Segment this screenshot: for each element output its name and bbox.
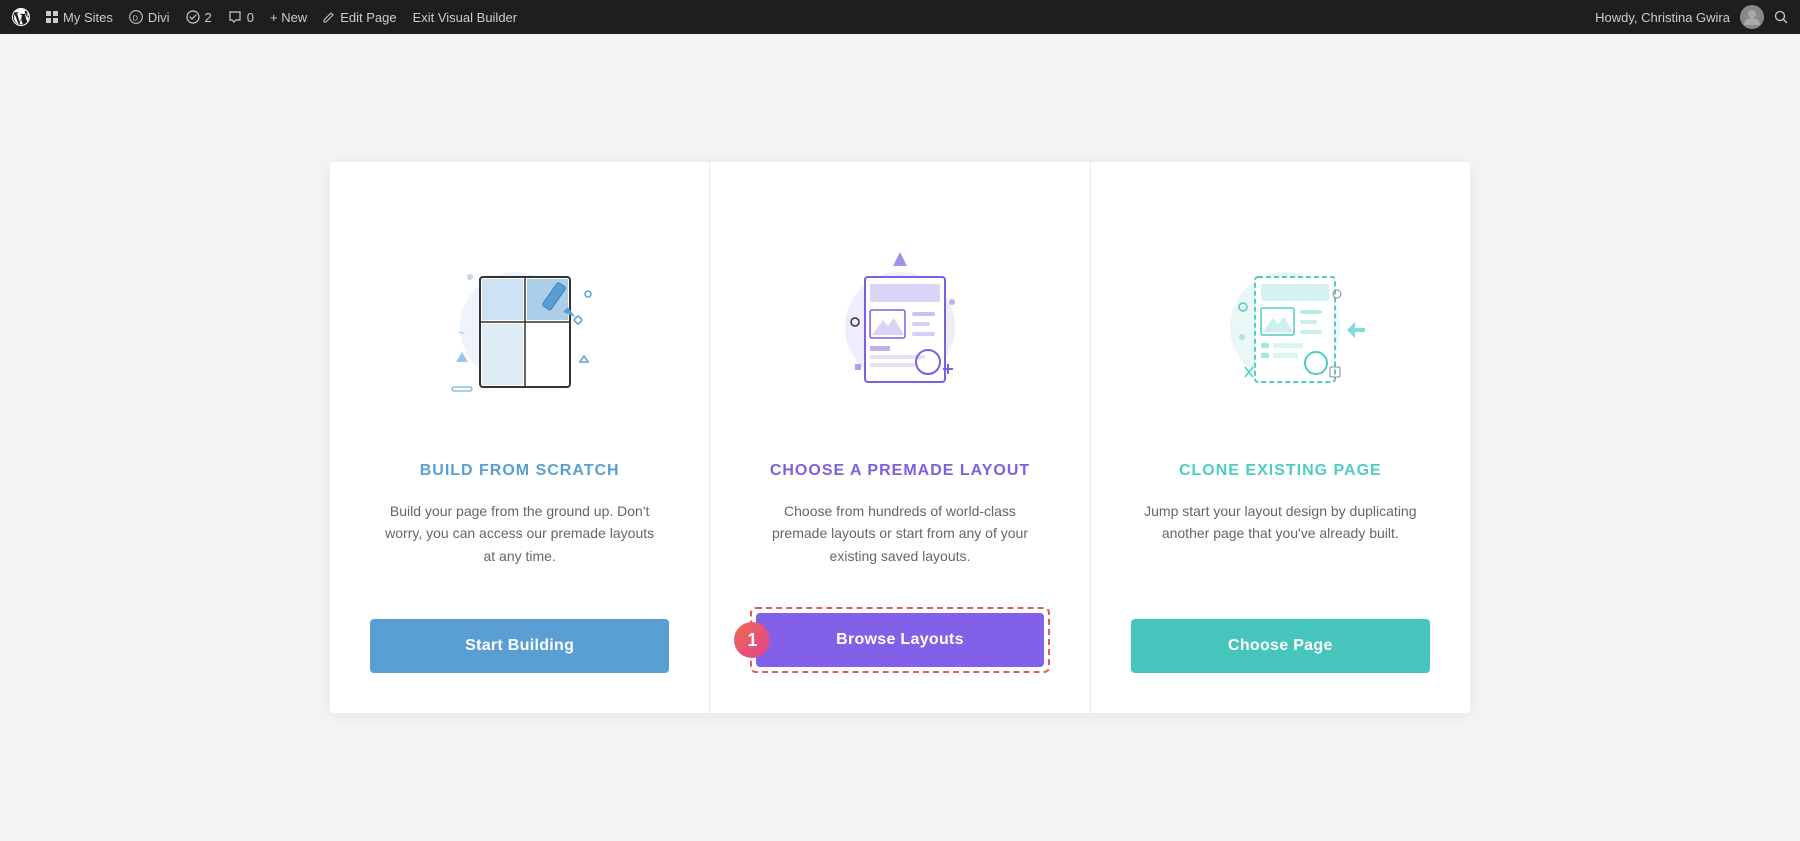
svg-text:~: ~ xyxy=(458,326,465,340)
admin-bar: My Sites D Divi 2 0 + New Edit Page Exit… xyxy=(0,0,1800,34)
divi-label: Divi xyxy=(148,10,170,25)
avatar-image xyxy=(1740,5,1764,29)
updates-menu[interactable]: 2 xyxy=(186,10,212,25)
new-menu[interactable]: + New xyxy=(270,10,307,25)
wordpress-icon[interactable] xyxy=(12,8,30,26)
exit-builder-label: Exit Visual Builder xyxy=(413,10,518,25)
start-building-button[interactable]: Start Building xyxy=(370,619,669,673)
exit-builder-menu[interactable]: Exit Visual Builder xyxy=(413,10,518,25)
build-from-scratch-card: ~ BUILD FROM SCRATCH Build your page fro… xyxy=(330,162,710,713)
browse-layouts-wrapper: 1 Browse Layouts xyxy=(750,607,1049,673)
scratch-illustration: ~ xyxy=(410,212,630,432)
badge-number: 1 xyxy=(734,622,770,658)
new-label: + New xyxy=(270,10,307,25)
svg-text:D: D xyxy=(132,14,138,23)
clone-description: Jump start your layout design by duplica… xyxy=(1140,500,1420,579)
scratch-footer: Start Building xyxy=(370,619,669,673)
updates-count: 2 xyxy=(205,10,212,25)
premade-title: CHOOSE A PREMADE LAYOUT xyxy=(770,462,1030,480)
premade-footer: 1 Browse Layouts xyxy=(750,607,1049,673)
scratch-title: BUILD FROM SCRATCH xyxy=(420,462,620,480)
choose-page-button[interactable]: Choose Page xyxy=(1131,619,1430,673)
clone-footer: Choose Page xyxy=(1131,619,1430,673)
premade-layout-card: CHOOSE A PREMADE LAYOUT Choose from hund… xyxy=(710,162,1090,713)
main-content: ~ BUILD FROM SCRATCH Build your page fro… xyxy=(0,34,1800,841)
premade-illustration xyxy=(790,212,1010,432)
my-sites-menu[interactable]: My Sites xyxy=(46,10,113,25)
search-icon[interactable] xyxy=(1774,10,1788,24)
admin-bar-left: My Sites D Divi 2 0 + New Edit Page Exit… xyxy=(12,8,1577,26)
edit-page-menu[interactable]: Edit Page xyxy=(323,10,396,25)
comments-count: 0 xyxy=(247,10,254,25)
divi-menu[interactable]: D Divi xyxy=(129,10,170,25)
clone-page-card: CLONE EXISTING PAGE Jump start your layo… xyxy=(1091,162,1470,713)
clone-title: CLONE EXISTING PAGE xyxy=(1179,462,1382,480)
scratch-description: Build your page from the ground up. Don'… xyxy=(380,500,660,579)
cards-container: ~ BUILD FROM SCRATCH Build your page fro… xyxy=(330,162,1470,713)
clone-illustration xyxy=(1170,212,1390,432)
edit-page-label: Edit Page xyxy=(340,10,396,25)
greeting-text: Howdy, Christina Gwira xyxy=(1595,10,1730,25)
my-sites-label: My Sites xyxy=(63,10,113,25)
premade-description: Choose from hundreds of world-class prem… xyxy=(760,500,1040,567)
avatar[interactable] xyxy=(1740,5,1764,29)
comments-menu[interactable]: 0 xyxy=(228,10,254,25)
admin-bar-right: Howdy, Christina Gwira xyxy=(1595,5,1788,29)
greeting: Howdy, Christina Gwira xyxy=(1595,10,1730,25)
browse-layouts-button[interactable]: Browse Layouts xyxy=(756,613,1043,667)
